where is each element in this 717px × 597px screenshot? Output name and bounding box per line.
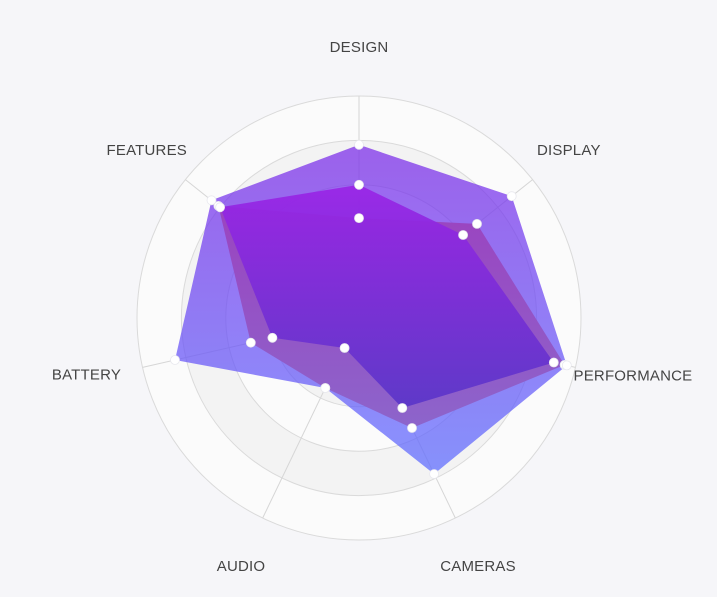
axis-label-performance: PERFORMANCE: [574, 368, 693, 385]
axis-label-battery: BATTERY: [52, 367, 121, 384]
data-point[interactable]: [267, 332, 278, 343]
data-point[interactable]: [354, 139, 364, 150]
radar-chart: DESIGN DISPLAY PERFORMANCE CAMERAS AUDIO…: [52, 39, 693, 575]
axis-label-features: FEATURES: [107, 142, 188, 159]
data-point[interactable]: [206, 195, 217, 206]
data-point[interactable]: [320, 383, 331, 393]
data-point[interactable]: [472, 218, 482, 229]
axis-label-audio: AUDIO: [217, 558, 266, 575]
data-point[interactable]: [407, 423, 417, 433]
data-point[interactable]: [548, 357, 559, 368]
data-point[interactable]: [561, 360, 572, 371]
data-point[interactable]: [429, 469, 440, 479]
axis-label-cameras: CAMERAS: [440, 558, 516, 575]
data-point[interactable]: [170, 355, 180, 365]
data-point[interactable]: [397, 403, 408, 413]
axis-label-display: DISPLAY: [537, 142, 601, 159]
data-point[interactable]: [458, 230, 469, 240]
data-point[interactable]: [354, 213, 364, 224]
data-point[interactable]: [354, 179, 364, 190]
data-point[interactable]: [215, 202, 226, 213]
data-point[interactable]: [245, 337, 256, 348]
axis-label-design: DESIGN: [330, 39, 389, 56]
data-point[interactable]: [339, 343, 350, 353]
data-point[interactable]: [506, 191, 517, 202]
